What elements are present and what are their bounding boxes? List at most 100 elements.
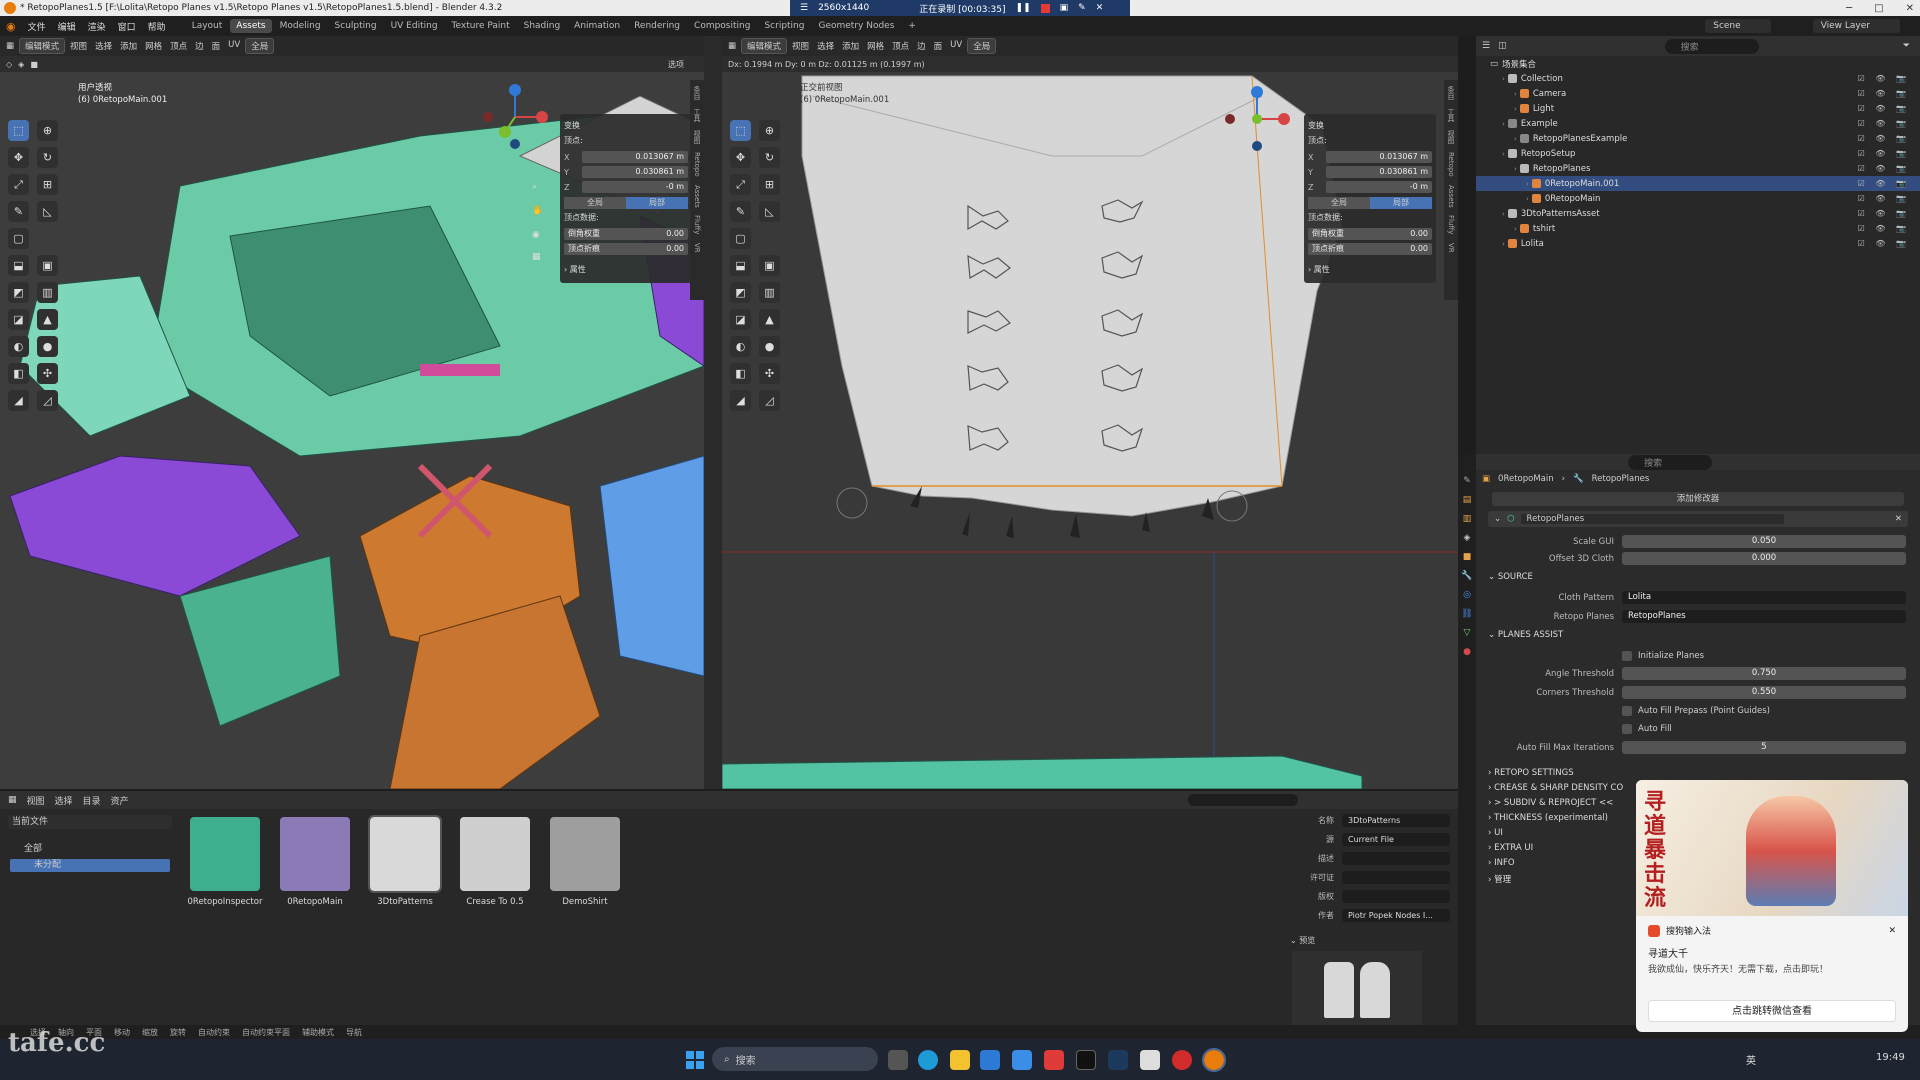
workspace-tab-6[interactable]: Shading bbox=[518, 19, 567, 33]
crease-field[interactable]: 0.00 bbox=[666, 243, 684, 255]
expand-arrow-icon[interactable]: › bbox=[1502, 120, 1505, 128]
sidebar-tab-6[interactable]: VR bbox=[693, 243, 701, 253]
sidebar-tab-4[interactable]: Assets bbox=[693, 185, 701, 208]
collapsed-section-3[interactable]: › THICKNESS (experimental) bbox=[1488, 813, 1608, 823]
collapsed-section-5[interactable]: › EXTRA UI bbox=[1488, 843, 1533, 853]
bevel-weight-field[interactable]: 0.00 bbox=[666, 228, 684, 240]
smooth-tool-icon[interactable]: ● bbox=[37, 336, 58, 357]
expand-arrow-icon[interactable]: › bbox=[1502, 210, 1505, 218]
properties-search[interactable]: 搜索 bbox=[1628, 454, 1713, 470]
initialize-planes-checkbox[interactable] bbox=[1622, 650, 1632, 661]
catalog-unassigned[interactable]: 未分配 bbox=[10, 859, 170, 872]
toast-close-icon[interactable]: ✕ bbox=[1888, 926, 1896, 936]
select-box-tool-icon[interactable]: ⬚ bbox=[8, 120, 29, 141]
view-layer-selector[interactable]: View Layer bbox=[1812, 19, 1900, 33]
menu-1[interactable]: 编辑 bbox=[52, 21, 82, 35]
auto-fill-prepass-checkbox[interactable] bbox=[1622, 705, 1632, 716]
spin-tool-icon[interactable]: ◐ bbox=[8, 336, 29, 357]
outliner-search[interactable]: 搜索 bbox=[1664, 38, 1759, 54]
source-section[interactable]: ⌄ SOURCE bbox=[1488, 572, 1533, 582]
add-modifier-button[interactable]: 添加修改器 bbox=[1492, 492, 1904, 506]
pan-icon[interactable]: ✋ bbox=[532, 206, 543, 216]
workspace-tab-10[interactable]: Scripting bbox=[758, 19, 810, 33]
outliner-row[interactable]: › Light ☑ 👁 📷 bbox=[1476, 101, 1920, 116]
angle-threshold-field[interactable]: 0.750 bbox=[1622, 667, 1906, 680]
expand-arrow-icon[interactable]: › bbox=[1514, 165, 1517, 173]
viewport-menu-5[interactable]: 边 bbox=[195, 40, 204, 52]
right-viewport[interactable]: ▦ 编辑模式 视图 选择 添加 网格 顶点边面 UV 全局 Dx: 0.1994 m Dy… bbox=[722, 36, 1458, 789]
pause-icon[interactable]: ❚❚ bbox=[1016, 3, 1031, 13]
shear-tool-icon[interactable]: ◢ bbox=[730, 390, 751, 411]
outliner-row[interactable]: › Lolita ☑ 👁 📷 bbox=[1476, 236, 1920, 251]
viewport-menu-1[interactable]: 选择 bbox=[95, 40, 112, 52]
orientation-selector[interactable]: 全局 bbox=[967, 38, 997, 54]
meta-field[interactable] bbox=[1342, 852, 1450, 865]
viewport-menu-0[interactable]: 视图 bbox=[70, 40, 87, 52]
close-window-icon[interactable]: ✕ bbox=[1906, 3, 1914, 14]
expand-arrow-icon[interactable]: › bbox=[1502, 240, 1505, 248]
attributes-section[interactable]: › 属性 bbox=[564, 264, 688, 275]
sidebar-tab-1[interactable]: 工具 bbox=[1446, 108, 1456, 122]
store-icon[interactable] bbox=[980, 1050, 1000, 1070]
record-icon[interactable] bbox=[1172, 1050, 1192, 1070]
options-label[interactable]: 选项 bbox=[668, 59, 684, 70]
sidebar-tab-2[interactable]: 视图 bbox=[1446, 130, 1456, 144]
extrude-tool-icon[interactable]: ⬓ bbox=[8, 255, 29, 276]
data-tab-icon[interactable]: ▽ bbox=[1464, 628, 1471, 638]
outliner-type-icon[interactable]: ☰ bbox=[1482, 41, 1490, 51]
collapsed-section-1[interactable]: › CREASE & SHARP DENSITY CO bbox=[1488, 783, 1623, 793]
asset-menu-1[interactable]: 选择 bbox=[55, 794, 73, 807]
filter-icon[interactable]: ⏷ bbox=[1903, 41, 1910, 51]
transform-header[interactable]: 变换 bbox=[564, 120, 688, 131]
library-selector[interactable]: 当前文件 bbox=[8, 815, 172, 829]
outliner-row[interactable]: › 0RetopoMain ☑ 👁 📷 bbox=[1476, 191, 1920, 206]
input-lang[interactable]: 英 bbox=[1746, 1052, 1756, 1067]
expand-arrow-icon[interactable]: › bbox=[1526, 180, 1529, 188]
auto-fill-max-field[interactable]: 5 bbox=[1622, 741, 1906, 754]
scene-tab-icon[interactable]: ◈ bbox=[1464, 533, 1471, 543]
visibility-icons[interactable]: ☑ 👁 📷 bbox=[1858, 104, 1910, 113]
scale-gui-field[interactable]: 0.050 bbox=[1622, 535, 1906, 548]
visibility-icons[interactable]: ☑ 👁 📷 bbox=[1858, 134, 1910, 143]
rip-tool-icon[interactable]: ◿ bbox=[37, 390, 58, 411]
global-toggle[interactable]: 全局 bbox=[564, 197, 626, 209]
move-tool-icon[interactable]: ✥ bbox=[8, 147, 29, 168]
workspace-tab-1[interactable]: Assets bbox=[230, 19, 272, 33]
edge-select-icon[interactable]: ◈ bbox=[18, 60, 24, 69]
sidebar-tab-5[interactable]: Fluffy bbox=[1447, 215, 1455, 234]
scale-tool-icon[interactable]: ⤢ bbox=[730, 174, 751, 195]
expand-arrow-icon[interactable]: › bbox=[1514, 225, 1517, 233]
cursor-tool-icon[interactable]: ⊕ bbox=[37, 120, 58, 141]
modifier-panel-header[interactable]: ⌄ ⬡ RetopoPlanes ✕ bbox=[1488, 511, 1908, 527]
outliner-row[interactable]: › Camera ☑ 👁 📷 bbox=[1476, 86, 1920, 101]
menu-3[interactable]: 窗口 bbox=[112, 21, 142, 35]
asset-item[interactable]: 0RetopoInspector bbox=[186, 817, 264, 907]
sidebar-tab-3[interactable]: Retopo bbox=[1447, 152, 1455, 177]
spin-tool-icon[interactable]: ◐ bbox=[730, 336, 751, 357]
meta-field[interactable]: 3DtoPatterns bbox=[1342, 814, 1450, 827]
loopcut-tool-icon[interactable]: ▥ bbox=[37, 282, 58, 303]
workspace-tab-9[interactable]: Compositing bbox=[688, 19, 756, 33]
rotate-tool-icon[interactable]: ↻ bbox=[37, 147, 58, 168]
cloth-pattern-field[interactable]: Lolita bbox=[1622, 591, 1906, 604]
blender-menu-icon[interactable]: ◉ bbox=[6, 20, 16, 33]
meta-field[interactable] bbox=[1342, 890, 1450, 903]
outliner-row[interactable]: › RetopoPlanes ☑ 👁 📷 bbox=[1476, 161, 1920, 176]
steam-icon[interactable] bbox=[1108, 1050, 1128, 1070]
grid-view-icon[interactable]: ▦ bbox=[532, 252, 541, 262]
constraints-tab-icon[interactable]: ⛓ bbox=[1461, 609, 1472, 619]
asset-search[interactable] bbox=[1188, 794, 1298, 806]
editor-type-icon[interactable]: ▦ bbox=[6, 41, 14, 51]
z-field[interactable]: -0 m bbox=[1326, 181, 1432, 193]
start-icon[interactable] bbox=[686, 1051, 704, 1069]
zoom-icon[interactable]: ⌕ bbox=[532, 182, 537, 192]
transform-tool-icon[interactable]: ⊞ bbox=[37, 174, 58, 195]
mode-selector[interactable]: 编辑模式 bbox=[19, 38, 66, 54]
smooth-tool-icon[interactable]: ● bbox=[759, 336, 780, 357]
shrink-tool-icon[interactable]: ✣ bbox=[37, 363, 58, 384]
orientation-selector[interactable]: 全局 bbox=[245, 38, 275, 54]
transform-tool-icon[interactable]: ⊞ bbox=[759, 174, 780, 195]
local-toggle[interactable]: 局部 bbox=[1370, 197, 1432, 209]
visibility-icons[interactable]: ☑ 👁 📷 bbox=[1858, 149, 1910, 158]
catalog-all[interactable]: 全部 bbox=[10, 843, 170, 856]
